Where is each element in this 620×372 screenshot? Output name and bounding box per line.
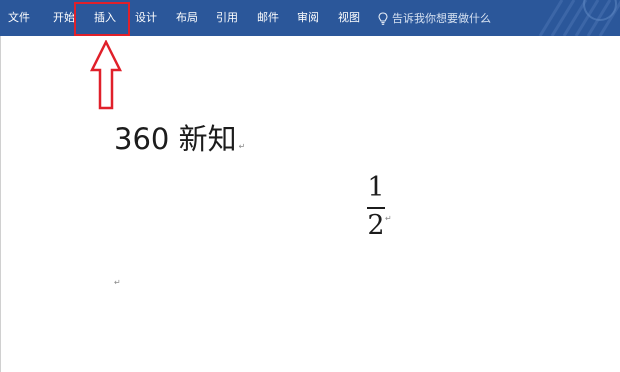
tell-me-search[interactable]: 告诉我你想要做什么 (378, 11, 491, 27)
document-text: 360 新知 (114, 122, 237, 156)
insert-tab-highlight-box (74, 2, 130, 36)
equation-fraction[interactable]: 1 2 (362, 174, 390, 240)
page-edge (0, 36, 1, 372)
tab-home[interactable]: 开始 (53, 11, 75, 25)
tab-design[interactable]: 设计 (135, 11, 157, 25)
tab-view[interactable]: 视图 (338, 11, 360, 25)
fraction-numerator: 1 (367, 172, 385, 203)
tab-mailings[interactable]: 邮件 (257, 11, 279, 25)
tab-review[interactable]: 审阅 (297, 11, 319, 25)
fraction-bar (367, 207, 385, 209)
ribbon-decoration (538, 0, 620, 36)
lightbulb-icon (378, 12, 388, 25)
tab-references[interactable]: 引用 (216, 11, 238, 25)
up-arrow-icon (89, 40, 123, 110)
tell-me-text: 告诉我你想要做什么 (392, 12, 491, 25)
paragraph-mark: ↵ (238, 142, 246, 151)
tab-file[interactable]: 文件 (8, 11, 30, 25)
paragraph-mark: ↵ (114, 278, 121, 287)
paragraph-mark: ↵ (385, 214, 392, 223)
tab-layout[interactable]: 布局 (176, 11, 198, 25)
document-text-line[interactable]: 360 新知 ↵ (114, 120, 245, 166)
